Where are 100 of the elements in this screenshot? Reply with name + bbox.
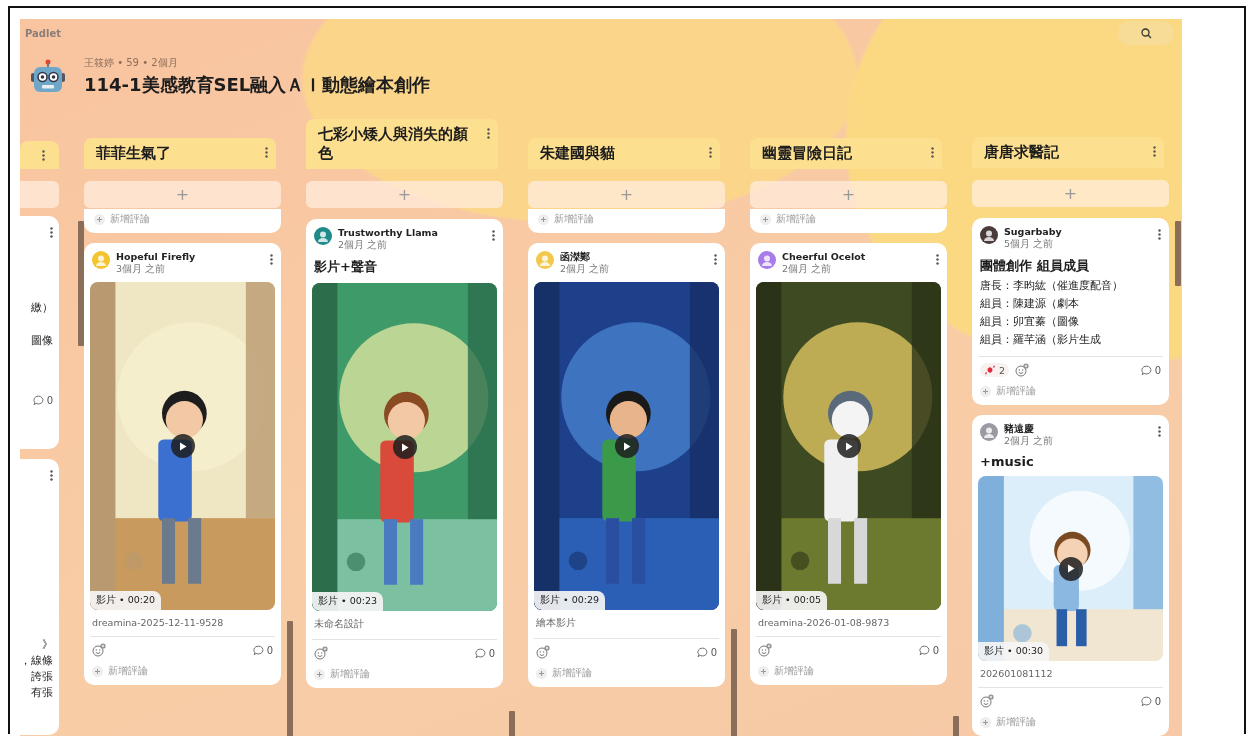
add-icon[interactable] [758, 666, 769, 677]
comment-icon[interactable] [1140, 364, 1152, 376]
more-icon[interactable] [1158, 426, 1161, 437]
add-icon[interactable] [760, 214, 771, 225]
post-time: 2個月 之前 [560, 263, 611, 275]
post-text: 繳） [31, 300, 53, 316]
video-caption: 未命名設計 [314, 618, 365, 631]
avatar-icon [92, 251, 110, 269]
add-reaction-icon[interactable] [1015, 363, 1030, 377]
scrollbar-thumb[interactable] [287, 621, 293, 736]
video-caption: 繪本影片 [536, 617, 577, 630]
add-post-button[interactable]: + [84, 181, 281, 208]
video-duration: 影片 • 00:20 [90, 591, 162, 610]
more-icon[interactable] [931, 147, 934, 158]
comment-icon[interactable] [696, 646, 708, 658]
comment-count: 0 [1154, 695, 1161, 707]
post-time: 2個月 之前 [782, 263, 833, 275]
comment-count: 0 [710, 646, 717, 658]
post-time: 2個月 之前 [1004, 435, 1055, 447]
column-title: 朱建國與貓 [540, 144, 615, 163]
add-icon[interactable] [94, 214, 105, 225]
search-button[interactable] [1118, 21, 1174, 45]
video-duration: 影片 • 00:29 [534, 591, 606, 610]
avatar-icon [980, 423, 998, 441]
play-icon [400, 442, 409, 452]
add-icon[interactable] [92, 666, 103, 677]
add-comment-link[interactable]: 新增評論 [996, 716, 1036, 729]
add-comment-link[interactable]: 新增評論 [108, 665, 148, 678]
more-icon[interactable] [1153, 146, 1156, 158]
add-comment-link[interactable]: 新增評論 [110, 213, 150, 226]
author-name: 豬遠慶 [1004, 423, 1035, 435]
post-text: 有張 [31, 685, 53, 701]
column-title: 七彩小矮人與消失的顏色 [318, 125, 469, 163]
more-icon[interactable] [714, 254, 717, 265]
add-icon[interactable] [314, 669, 325, 680]
post-text: 》 [42, 637, 53, 653]
more-icon[interactable] [492, 230, 495, 241]
more-icon[interactable] [42, 150, 45, 161]
author-name: Trustworthy Llama [338, 227, 439, 239]
add-reaction-icon[interactable] [92, 643, 106, 657]
post-text: 組員：陳建源（劇本 [980, 296, 1080, 312]
post-subject: +music [980, 454, 1035, 469]
column-title: 唐唐求醫記 [984, 143, 1059, 163]
add-comment-link[interactable]: 新增評論 [776, 213, 816, 226]
add-reaction-icon[interactable] [980, 694, 994, 708]
more-icon[interactable] [1158, 229, 1161, 240]
add-reaction-icon[interactable] [536, 645, 550, 659]
add-post-button[interactable]: + [972, 180, 1169, 207]
more-icon[interactable] [709, 147, 712, 158]
comment-count: 0 [932, 644, 939, 656]
comment-icon[interactable] [918, 644, 930, 656]
comment-icon[interactable] [1140, 695, 1152, 707]
scrollbar-thumb[interactable] [78, 221, 84, 346]
comment-count: 0 [266, 644, 273, 656]
more-icon[interactable] [487, 128, 490, 139]
comment-icon[interactable] [252, 644, 264, 656]
avatar-icon [314, 227, 332, 245]
video-duration: 影片 • 00:30 [978, 642, 1050, 661]
add-reaction-icon[interactable] [314, 646, 328, 660]
play-icon [844, 441, 853, 451]
comment-count: 0 [46, 395, 53, 406]
play-icon [622, 441, 631, 451]
more-icon[interactable] [50, 470, 53, 481]
add-comment-link[interactable]: 新增評論 [996, 385, 1036, 398]
author-name: Hopeful Firefly [116, 251, 197, 263]
scrollbar-thumb[interactable] [731, 629, 737, 736]
post-subject: 團體創作 組員成員 [980, 257, 1090, 275]
column-title: 菲菲生氣了 [96, 144, 171, 163]
board-title: 114-1美感教育SEL融入ＡＩ動態繪本創作 [84, 72, 431, 97]
post-text: ，線條 [20, 653, 53, 669]
post-text: 組員：羅芊涵（影片生成 [980, 332, 1102, 348]
add-reaction-icon[interactable] [758, 643, 772, 657]
more-icon[interactable] [270, 254, 273, 265]
scrollbar-thumb[interactable] [1175, 221, 1181, 286]
post-subject: 影片+聲音 [314, 258, 378, 276]
avatar-icon [758, 251, 776, 269]
post-text: 組員：卯宜蓁（圖像 [980, 314, 1080, 330]
more-icon[interactable] [50, 227, 53, 238]
reaction-chip[interactable]: 2 [980, 363, 1010, 377]
add-comment-link[interactable]: 新增評論 [330, 668, 370, 681]
comment-count: 0 [1154, 364, 1161, 376]
add-icon[interactable] [980, 386, 991, 397]
add-icon[interactable] [538, 214, 549, 225]
avatar-icon [980, 226, 998, 244]
add-post-button[interactable]: + [528, 181, 725, 208]
board-meta: 王筱婷 • 59 • 2個月 [84, 55, 179, 70]
add-comment-link[interactable]: 新增評論 [552, 667, 592, 680]
add-post-button[interactable]: + [306, 181, 503, 208]
play-icon [178, 441, 187, 451]
add-comment-link[interactable]: 新增評論 [554, 213, 594, 226]
more-icon[interactable] [936, 254, 939, 265]
add-icon[interactable] [980, 717, 991, 728]
comment-icon[interactable] [474, 647, 486, 659]
post-text: 唐長：李昀紘（催進度配音） [980, 278, 1124, 294]
more-icon[interactable] [265, 147, 268, 158]
comment-icon[interactable] [32, 395, 44, 406]
add-comment-link[interactable]: 新增評論 [774, 665, 814, 678]
add-icon[interactable] [536, 668, 547, 679]
app-logo[interactable]: Padlet [25, 27, 61, 39]
add-post-button[interactable]: + [750, 181, 947, 208]
